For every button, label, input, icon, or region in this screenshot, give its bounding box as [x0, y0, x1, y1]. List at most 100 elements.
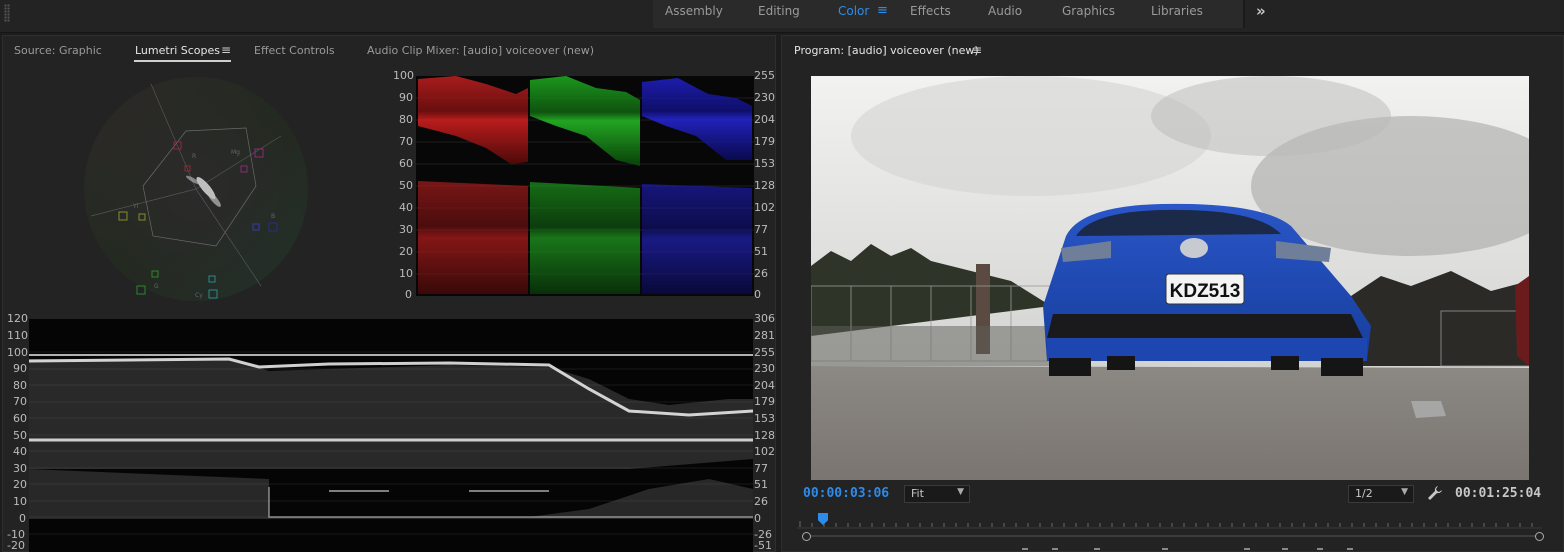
play-button[interactable] — [1162, 548, 1168, 552]
axis-tick: 100 — [7, 346, 28, 359]
vectorscope-label-cy: Cy — [195, 292, 203, 299]
axis-tick: 0 — [754, 512, 761, 525]
axis-tick: 20 — [13, 478, 27, 491]
axis-tick: 70 — [13, 395, 27, 408]
axis-tick: 230 — [754, 362, 775, 375]
axis-tick: 204 — [754, 113, 775, 126]
workspace-tab-audio[interactable]: Audio — [988, 4, 1022, 18]
axis-tick: 60 — [399, 157, 413, 170]
axis-tick: 153 — [754, 412, 775, 425]
panel-menu-icon[interactable]: ≡ — [972, 43, 982, 57]
workspace-tab-effects[interactable]: Effects — [910, 4, 951, 18]
axis-tick: 26 — [754, 267, 768, 280]
axis-tick: 51 — [754, 245, 768, 258]
playback-resolution-value: 1/2 — [1355, 487, 1373, 500]
workspace-tab-libraries[interactable]: Libraries — [1151, 4, 1203, 18]
zoom-level-dropdown[interactable]: Fit ▼ — [904, 485, 970, 503]
program-monitor-panel: Program: [audio] voiceover (new) ≡ KDZ51… — [781, 35, 1564, 552]
rgb-parade-scope — [416, 76, 754, 296]
luma-waveform-scope — [29, 319, 753, 552]
program-monitor-title[interactable]: Program: [audio] voiceover (new) — [794, 44, 979, 57]
double-chevron-right-icon[interactable]: » — [1256, 2, 1266, 20]
axis-tick: 30 — [399, 223, 413, 236]
drag-grip-icon[interactable] — [4, 4, 10, 22]
chevron-down-icon: ▼ — [1401, 487, 1408, 497]
insert-button[interactable] — [1282, 548, 1288, 552]
vectorscope-label-b: B — [271, 213, 275, 220]
active-tab-indicator — [134, 60, 231, 62]
axis-tick: 10 — [399, 267, 413, 280]
license-plate-text: KDZ513 — [1170, 281, 1241, 302]
overwrite-button[interactable] — [1317, 548, 1323, 552]
export-frame-button[interactable] — [1347, 548, 1353, 552]
axis-tick: 50 — [399, 179, 413, 192]
axis-tick: 0 — [19, 512, 26, 525]
axis-tick: 40 — [13, 445, 27, 458]
mark-out-button[interactable] — [1052, 548, 1058, 552]
axis-tick: -51 — [754, 539, 772, 552]
axis-tick: 77 — [754, 462, 768, 475]
workspace-tab-graphics[interactable]: Graphics — [1062, 4, 1115, 18]
zoom-scroll-bar[interactable] — [802, 532, 1544, 541]
workspace-tab-assembly[interactable]: Assembly — [665, 4, 723, 18]
axis-tick: 26 — [754, 495, 768, 508]
hamburger-icon[interactable]: ≡ — [877, 3, 888, 18]
current-timecode[interactable]: 00:00:03:06 — [803, 486, 889, 501]
workspace-tab-editing[interactable]: Editing — [758, 4, 800, 18]
axis-tick: 120 — [7, 312, 28, 325]
axis-tick: 230 — [754, 91, 775, 104]
axis-tick: 255 — [754, 69, 775, 82]
tab-source-graphic[interactable]: Source: Graphic — [14, 44, 102, 57]
time-ruler[interactable] — [797, 511, 1542, 529]
zoom-level-value: Fit — [911, 487, 924, 500]
axis-tick: 100 — [393, 69, 414, 82]
workspace-tab-color[interactable]: Color — [838, 4, 869, 18]
workspace-bar: Assembly Editing Color ≡ Effects Audio G… — [0, 0, 1564, 33]
tab-lumetri-scopes[interactable]: Lumetri Scopes — [135, 44, 220, 57]
tab-audio-clip-mixer[interactable]: Audio Clip Mixer: [audio] voiceover (new… — [367, 44, 594, 57]
axis-tick: 20 — [399, 245, 413, 258]
axis-tick: 128 — [754, 429, 775, 442]
go-to-in-button[interactable] — [1094, 548, 1100, 552]
axis-tick: 90 — [399, 91, 413, 104]
divider — [1243, 0, 1245, 28]
vectorscope-label-yl: Yl — [132, 203, 139, 210]
axis-tick: 40 — [399, 201, 413, 214]
playback-resolution-dropdown[interactable]: 1/2 ▼ — [1348, 485, 1414, 503]
axis-tick: 179 — [754, 135, 775, 148]
program-video-frame[interactable]: KDZ513 — [811, 76, 1529, 480]
workspace-tabs: Assembly Editing Color ≡ Effects Audio G… — [653, 0, 1243, 28]
panel-menu-icon[interactable]: ≡ — [221, 43, 231, 57]
chevron-down-icon: ▼ — [957, 487, 964, 497]
axis-tick: 51 — [754, 478, 768, 491]
scroll-handle-left[interactable] — [802, 532, 811, 541]
axis-tick: 281 — [754, 329, 775, 342]
vectorscope-label-mg: Mg — [231, 149, 240, 156]
axis-tick: 90 — [13, 362, 27, 375]
axis-tick: 255 — [754, 346, 775, 359]
go-to-out-button[interactable] — [1244, 548, 1250, 552]
scroll-handle-right[interactable] — [1535, 532, 1544, 541]
scroll-track — [808, 535, 1540, 537]
axis-tick: 153 — [754, 157, 775, 170]
axis-tick: 0 — [405, 288, 412, 301]
axis-tick: 179 — [754, 395, 775, 408]
axis-tick: 10 — [13, 495, 27, 508]
vectorscope-label-g: G — [154, 283, 159, 290]
axis-tick: 102 — [754, 201, 775, 214]
tab-effect-controls[interactable]: Effect Controls — [254, 44, 335, 57]
axis-tick: 60 — [13, 412, 27, 425]
wrench-icon[interactable] — [1427, 485, 1443, 501]
axis-tick: 102 — [754, 445, 775, 458]
lumetri-scopes-panel: Source: Graphic Lumetri Scopes ≡ Effect … — [2, 35, 776, 552]
vectorscope-label-r: R — [192, 153, 196, 160]
transport-controls — [782, 548, 1562, 552]
axis-tick: -20 — [7, 539, 25, 552]
vectorscope: R Mg B Cy G Yl — [84, 77, 308, 301]
axis-tick: 80 — [399, 113, 413, 126]
axis-tick: 204 — [754, 379, 775, 392]
axis-tick: 306 — [754, 312, 775, 325]
axis-tick: 0 — [754, 288, 761, 301]
mark-in-button[interactable] — [1022, 548, 1028, 552]
axis-tick: 70 — [399, 135, 413, 148]
